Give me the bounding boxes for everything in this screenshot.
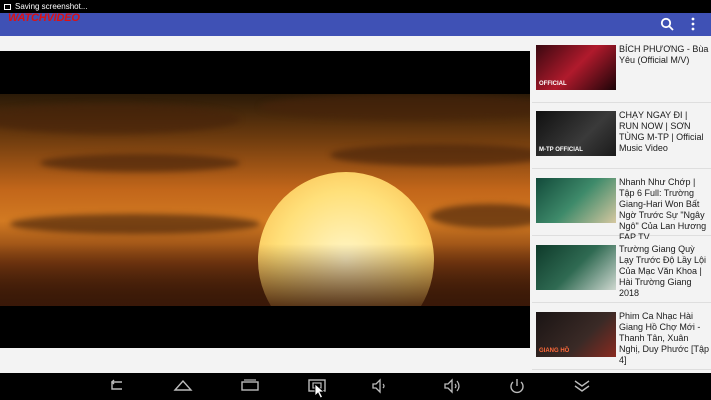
video-title[interactable]: CHẠY NGAY ĐI | RUN NOW | SƠN TÙNG M-TP |… — [619, 110, 709, 154]
video-title[interactable]: Nhanh Như Chớp | Tập 6 Full: Trường Gian… — [619, 177, 709, 243]
video-thumbnail[interactable] — [536, 245, 616, 290]
power-icon[interactable] — [507, 377, 527, 395]
related-video-item[interactable]: GIANG HỒ Phim Ca Nhạc Hài Giang Hồ Chợ M… — [532, 306, 711, 370]
video-thumbnail[interactable]: M-TP OFFICIAL — [536, 111, 616, 156]
volume-down-icon[interactable] — [370, 377, 390, 395]
screenshot-notification-icon — [4, 3, 11, 10]
expand-icon[interactable] — [572, 377, 592, 395]
home-icon[interactable] — [173, 377, 193, 395]
app-bar: WATCHVIDEO — [0, 12, 711, 36]
status-bar: Saving screenshot... — [0, 0, 711, 13]
volume-up-icon[interactable] — [442, 377, 462, 395]
mouse-cursor-icon — [314, 383, 326, 399]
back-icon[interactable] — [107, 377, 127, 395]
related-video-item[interactable]: M-TP OFFICIAL CHẠY NGAY ĐI | RUN NOW | S… — [532, 105, 711, 169]
related-videos-list: OFFICIAL BÍCH PHƯƠNG - Bùa Yêu (Official… — [532, 39, 711, 373]
related-video-item[interactable]: OFFICIAL BÍCH PHƯƠNG - Bùa Yêu (Official… — [532, 39, 711, 103]
video-thumbnail[interactable] — [536, 178, 616, 223]
video-title[interactable]: Trường Giang Quỳ Lạy Trước Độ Lầy Lội Củ… — [619, 244, 709, 299]
main-content: OFFICIAL BÍCH PHƯƠNG - Bùa Yêu (Official… — [0, 36, 711, 373]
system-navigation-bar — [0, 373, 711, 400]
more-options-icon[interactable] — [690, 16, 696, 32]
video-title[interactable]: Phim Ca Nhạc Hài Giang Hồ Chợ Mới - Than… — [619, 311, 709, 366]
app-logo: WATCHVIDEO — [8, 12, 80, 24]
thumbnail-tag: M-TP OFFICIAL — [539, 147, 583, 153]
recents-icon[interactable] — [240, 377, 260, 395]
related-video-item[interactable]: Nhanh Như Chớp | Tập 6 Full: Trường Gian… — [532, 172, 711, 242]
thumbnail-tag: OFFICIAL — [539, 81, 567, 87]
video-title[interactable]: BÍCH PHƯƠNG - Bùa Yêu (Official M/V) — [619, 44, 709, 66]
related-video-item[interactable]: Trường Giang Quỳ Lạy Trước Độ Lầy Lội Củ… — [532, 239, 711, 303]
video-thumbnail[interactable]: GIANG HỒ — [536, 312, 616, 357]
video-player[interactable] — [0, 51, 530, 348]
video-thumbnail[interactable]: OFFICIAL — [536, 45, 616, 90]
video-frame — [0, 94, 530, 306]
thumbnail-tag: GIANG HỒ — [539, 348, 570, 354]
search-icon[interactable] — [660, 17, 674, 31]
